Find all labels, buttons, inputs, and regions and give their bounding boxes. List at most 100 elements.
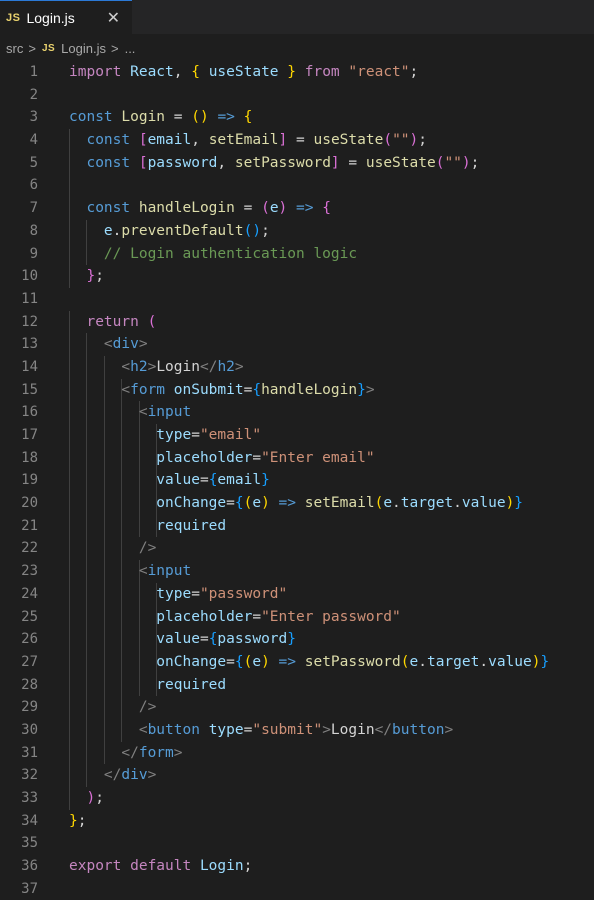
code-token: ): [261, 495, 270, 512]
code-line[interactable]: 14 <h2>Login</h2>: [0, 355, 594, 379]
code-line[interactable]: 18 placeholder="Enter email": [0, 446, 594, 470]
code-token: =: [234, 200, 262, 217]
code-token: value: [69, 472, 200, 489]
code-token: {: [243, 109, 253, 126]
code-line[interactable]: 27 onChange={(e) => setPassword(e.target…: [0, 650, 594, 674]
line-number: 16: [21, 404, 38, 421]
code-token: // Login authentication logic: [69, 245, 358, 262]
code-token: {: [234, 653, 244, 670]
line-number: 24: [21, 585, 38, 602]
line-number: 2: [29, 86, 38, 103]
code-line[interactable]: 11: [0, 288, 594, 311]
code-token: "react": [348, 64, 410, 80]
code-token: =>: [208, 109, 244, 126]
code-line[interactable]: 9 // Login authentication logic: [0, 242, 594, 266]
code-token: }: [278, 64, 297, 80]
line-number: 9: [29, 245, 38, 262]
chevron-right-icon: >: [28, 40, 36, 56]
code-line[interactable]: 4 const [email, setEmail] = useState("")…: [0, 129, 594, 152]
code-token: target: [426, 653, 480, 670]
code-line[interactable]: 19 value={email}: [0, 469, 594, 493]
code-token: (: [261, 200, 270, 217]
code-line[interactable]: 32 </div>: [0, 764, 594, 787]
code-line[interactable]: 16 <input: [0, 401, 594, 424]
code-line[interactable]: 6: [0, 174, 594, 198]
line-number: 28: [21, 676, 38, 693]
code-token: >: [147, 767, 157, 784]
code-token: =: [226, 495, 235, 512]
line-number: 11: [21, 290, 38, 307]
code-token: required: [69, 517, 227, 534]
code-token: =>: [269, 495, 305, 512]
code-line[interactable]: 30 <button type="submit">Login</button>: [0, 718, 594, 742]
code-line[interactable]: 15 <form onSubmit={handleLogin}>: [0, 378, 594, 402]
code-token: <: [69, 404, 148, 421]
code-token: div: [112, 336, 139, 353]
js-file-icon: JS: [41, 42, 56, 54]
code-token: email: [217, 472, 262, 489]
code-line[interactable]: 13 <div>: [0, 333, 594, 356]
code-line[interactable]: 29 />: [0, 696, 594, 719]
code-text: const handleLogin = (e) => {: [69, 197, 330, 220]
code-line[interactable]: 21 required: [0, 514, 594, 538]
code-text: placeholder="Enter email": [69, 447, 374, 470]
code-line[interactable]: 22 />: [0, 537, 594, 561]
code-text: required: [69, 515, 226, 538]
line-number: 32: [21, 767, 38, 784]
code-text: <input: [69, 401, 191, 424]
code-line[interactable]: 31 </form>: [0, 741, 594, 765]
code-editor[interactable]: 1 import React, { useState } from "react"…: [0, 61, 594, 897]
code-line[interactable]: 2: [0, 84, 594, 107]
code-token: </: [69, 767, 122, 784]
breadcrumb-file[interactable]: Login.js: [61, 41, 106, 56]
code-line[interactable]: 1 import React, { useState } from "react"…: [0, 61, 594, 84]
code-line[interactable]: 20 onChange={(e) => setEmail(e.target.va…: [0, 492, 594, 515]
code-token: value: [69, 631, 200, 648]
line-number: 25: [21, 608, 38, 625]
code-line[interactable]: 10 };: [0, 265, 594, 288]
code-token: />: [69, 540, 157, 557]
code-token: </: [374, 721, 393, 738]
code-token: =: [226, 653, 235, 670]
code-token: handleLogin: [138, 200, 235, 217]
code-line[interactable]: 28 required: [0, 673, 594, 697]
code-token: e: [383, 495, 393, 512]
code-text: </div>: [69, 764, 156, 787]
line-number: 26: [21, 631, 38, 648]
code-line[interactable]: 23 <input: [0, 560, 594, 583]
line-number: 8: [29, 222, 38, 239]
code-line[interactable]: 34};: [0, 810, 594, 833]
code-token: button: [392, 721, 445, 738]
breadcrumb-folder[interactable]: src: [6, 41, 23, 56]
code-line[interactable]: 8 e.preventDefault();: [0, 219, 594, 243]
code-line[interactable]: 5 const [password, setPassword] = useSta…: [0, 151, 594, 175]
code-line[interactable]: 33 );: [0, 787, 594, 810]
code-line[interactable]: 35: [0, 832, 594, 855]
code-line[interactable]: 26 value={password}: [0, 628, 594, 651]
close-icon[interactable]: ✕: [107, 8, 120, 28]
code-line[interactable]: 7 const handleLogin = (e) => {: [0, 197, 594, 220]
code-text: };: [69, 810, 86, 833]
code-line[interactable]: 25 placeholder="Enter password": [0, 605, 594, 629]
code-text: onChange={(e) => setEmail(e.target.value…: [69, 492, 523, 515]
code-token: <: [69, 381, 131, 398]
code-token: const: [69, 132, 139, 149]
code-line[interactable]: 24 type="password": [0, 582, 594, 606]
tab-login-js[interactable]: JS Login.js ✕: [0, 0, 132, 34]
code-line[interactable]: 36 export default Login;: [0, 855, 594, 878]
code-token: onChange: [69, 495, 227, 512]
code-token: .: [392, 495, 401, 512]
breadcrumb-more[interactable]: ...: [125, 41, 136, 56]
code-token: preventDefault: [121, 222, 244, 239]
code-token: }: [357, 381, 366, 398]
code-line[interactable]: 12 return (: [0, 310, 594, 334]
line-number: 35: [21, 835, 38, 852]
code-line[interactable]: 17 type="email": [0, 424, 594, 447]
code-line[interactable]: 3 const Login = () => {: [0, 106, 594, 129]
code-token: form: [138, 744, 174, 761]
code-token: .: [418, 653, 427, 670]
code-token: ): [505, 495, 515, 512]
code-token: <: [69, 721, 148, 738]
code-token: =: [339, 154, 366, 171]
line-number: 10: [21, 268, 38, 285]
